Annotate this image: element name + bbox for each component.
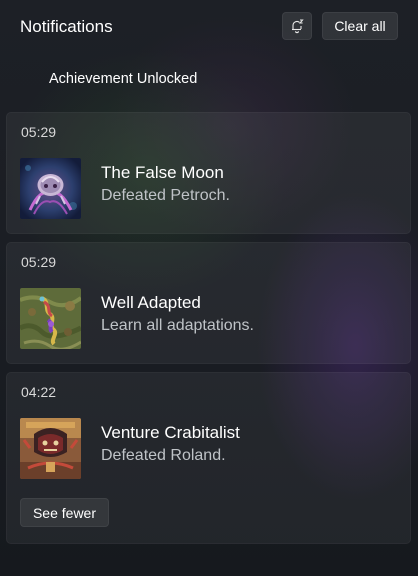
group-title: Achievement Unlocked — [49, 71, 198, 87]
notification-description: Defeated Petroch. — [101, 187, 230, 204]
notification-time: 04:22 — [21, 384, 57, 400]
snooze-bell-icon — [292, 19, 304, 34]
achievement-thumbnail — [20, 158, 81, 219]
notification-card[interactable]: 04:22 Venture Crabitalist Defeated Rolan… — [6, 372, 411, 544]
achievement-thumbnail — [20, 288, 81, 349]
notification-time: 05:29 — [21, 124, 57, 140]
notification-title: Venture Crabitalist — [101, 423, 240, 442]
false-moon-achievement-art — [20, 158, 81, 219]
do-not-disturb-button[interactable] — [282, 12, 312, 40]
venture-crabitalist-achievement-art — [20, 418, 81, 479]
notifications-header: Notifications Clear all — [0, 0, 418, 56]
clear-all-button[interactable]: Clear all — [322, 12, 398, 40]
notification-description: Learn all adaptations. — [101, 317, 254, 334]
notification-card[interactable]: 05:29 Well Adapted Learn all adaptations… — [6, 242, 411, 364]
notifications-title: Notifications — [20, 17, 113, 36]
notification-description: Defeated Roland. — [101, 447, 226, 464]
achievement-thumbnail — [20, 418, 81, 479]
see-fewer-button[interactable]: See fewer — [20, 498, 109, 527]
well-adapted-achievement-art — [20, 288, 81, 349]
notification-time: 05:29 — [21, 254, 57, 270]
notification-title: Well Adapted — [101, 293, 201, 312]
notification-card[interactable]: 05:29 The False Moon Defeated Petroch. — [6, 112, 411, 234]
notification-title: The False Moon — [101, 163, 224, 182]
